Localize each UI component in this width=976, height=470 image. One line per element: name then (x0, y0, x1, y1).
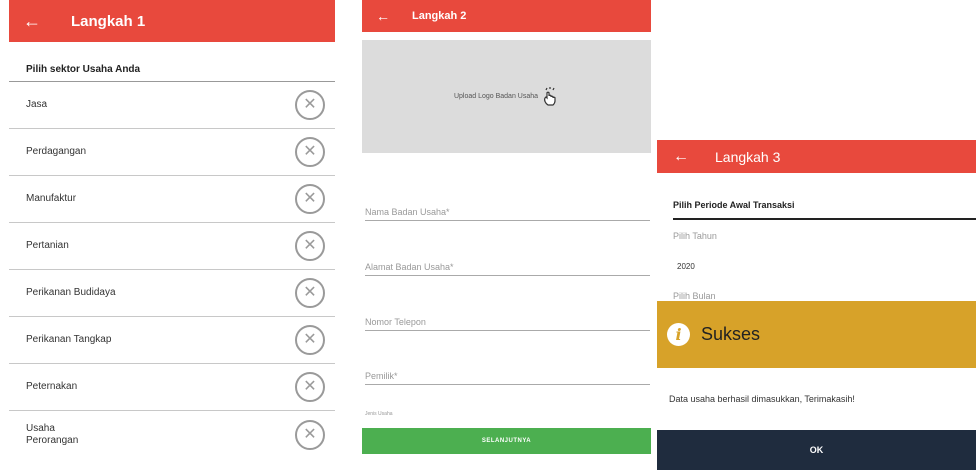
sector-label: Perdagangan (26, 146, 87, 157)
sector-item-pertanian[interactable]: Pertanian ✕ (9, 223, 335, 270)
dialog-message: Data usaha berhasil dimasukkan, Terimaka… (657, 368, 976, 430)
next-button[interactable]: SELANJUTNYA (362, 428, 651, 454)
step1-app-bar: ← Langkah 1 (9, 0, 335, 42)
close-circle-icon[interactable]: ✕ (295, 325, 325, 355)
sector-label: Jasa (26, 99, 48, 110)
close-circle-icon[interactable]: ✕ (295, 137, 325, 167)
close-circle-icon[interactable]: ✕ (295, 184, 325, 214)
info-icon: i (667, 323, 690, 346)
step2-screen: ← Langkah 2 Upload Logo Badan Usaha Nama… (362, 0, 651, 470)
close-circle-icon[interactable]: ✕ (295, 419, 325, 450)
sector-item-manufaktur[interactable]: Manufaktur ✕ (9, 176, 335, 223)
year-select[interactable]: 2020 (677, 262, 695, 271)
sector-label: Manufaktur (26, 193, 77, 204)
sector-item-perikanan-tangkap[interactable]: Perikanan Tangkap ✕ (9, 317, 335, 364)
business-address-field[interactable]: Alamat Badan Usaha* (365, 262, 650, 276)
logo-upload-area[interactable]: Upload Logo Badan Usaha (362, 40, 651, 153)
sector-label: Perikanan Tangkap (26, 334, 112, 345)
dialog-header: i Sukses (657, 301, 976, 368)
sector-item-perikanan-budidaya[interactable]: Perikanan Budidaya ✕ (9, 270, 335, 317)
period-heading: Pilih Periode Awal Transaksi (673, 200, 976, 220)
arrow-left-icon[interactable]: ← (376, 9, 390, 23)
sector-item-peternakan[interactable]: Peternakan ✕ (9, 364, 335, 411)
sector-item-jasa[interactable]: Jasa ✕ (9, 82, 335, 129)
year-label: Pilih Tahun (673, 231, 717, 241)
dialog-title: Sukses (701, 324, 761, 344)
page-title: Langkah 3 (715, 148, 781, 165)
close-circle-icon[interactable]: ✕ (295, 278, 325, 308)
phone-field[interactable]: Nomor Telepon (365, 317, 650, 331)
upload-text: Upload Logo Badan Usaha (453, 93, 539, 100)
dialog-message-text: Data usaha berhasil dimasukkan, Terimaka… (669, 394, 855, 404)
sector-label: Usaha Perorangan (26, 422, 79, 446)
ok-button[interactable]: OK (657, 430, 976, 470)
sector-item-perdagangan[interactable]: Perdagangan ✕ (9, 129, 335, 176)
page-title: Langkah 2 (412, 10, 467, 22)
sector-heading: Pilih sektor Usaha Anda (9, 42, 335, 82)
arrow-left-icon[interactable]: ← (673, 148, 689, 165)
step3-app-bar: ← Langkah 3 (657, 140, 976, 173)
step3-screen: ← Langkah 3 Pilih Periode Awal Transaksi… (657, 140, 976, 470)
owner-field[interactable]: Pemilik* (365, 371, 650, 385)
sector-item-usaha-perorangan[interactable]: Usaha Perorangan ✕ (9, 411, 335, 458)
business-type-field[interactable]: Jenis Usaha (365, 411, 650, 420)
page-title: Langkah 1 (71, 12, 146, 30)
close-circle-icon[interactable]: ✕ (295, 90, 325, 120)
hand-tap-icon (541, 86, 559, 107)
sector-label: Perikanan Budidaya (26, 287, 116, 298)
close-circle-icon[interactable]: ✕ (295, 372, 325, 402)
arrow-left-icon[interactable]: ← (23, 12, 41, 30)
close-circle-icon[interactable]: ✕ (295, 231, 325, 261)
step2-app-bar: ← Langkah 2 (362, 0, 651, 32)
step1-screen: ← Langkah 1 Pilih sektor Usaha Anda Jasa… (9, 0, 335, 470)
sector-label: Pertanian (26, 240, 69, 251)
month-label: Pilih Bulan (673, 291, 716, 301)
sector-label: Peternakan (26, 381, 78, 392)
sector-list: Jasa ✕ Perdagangan ✕ Manufaktur ✕ Pertan… (9, 82, 335, 458)
business-name-field[interactable]: Nama Badan Usaha* (365, 207, 650, 221)
